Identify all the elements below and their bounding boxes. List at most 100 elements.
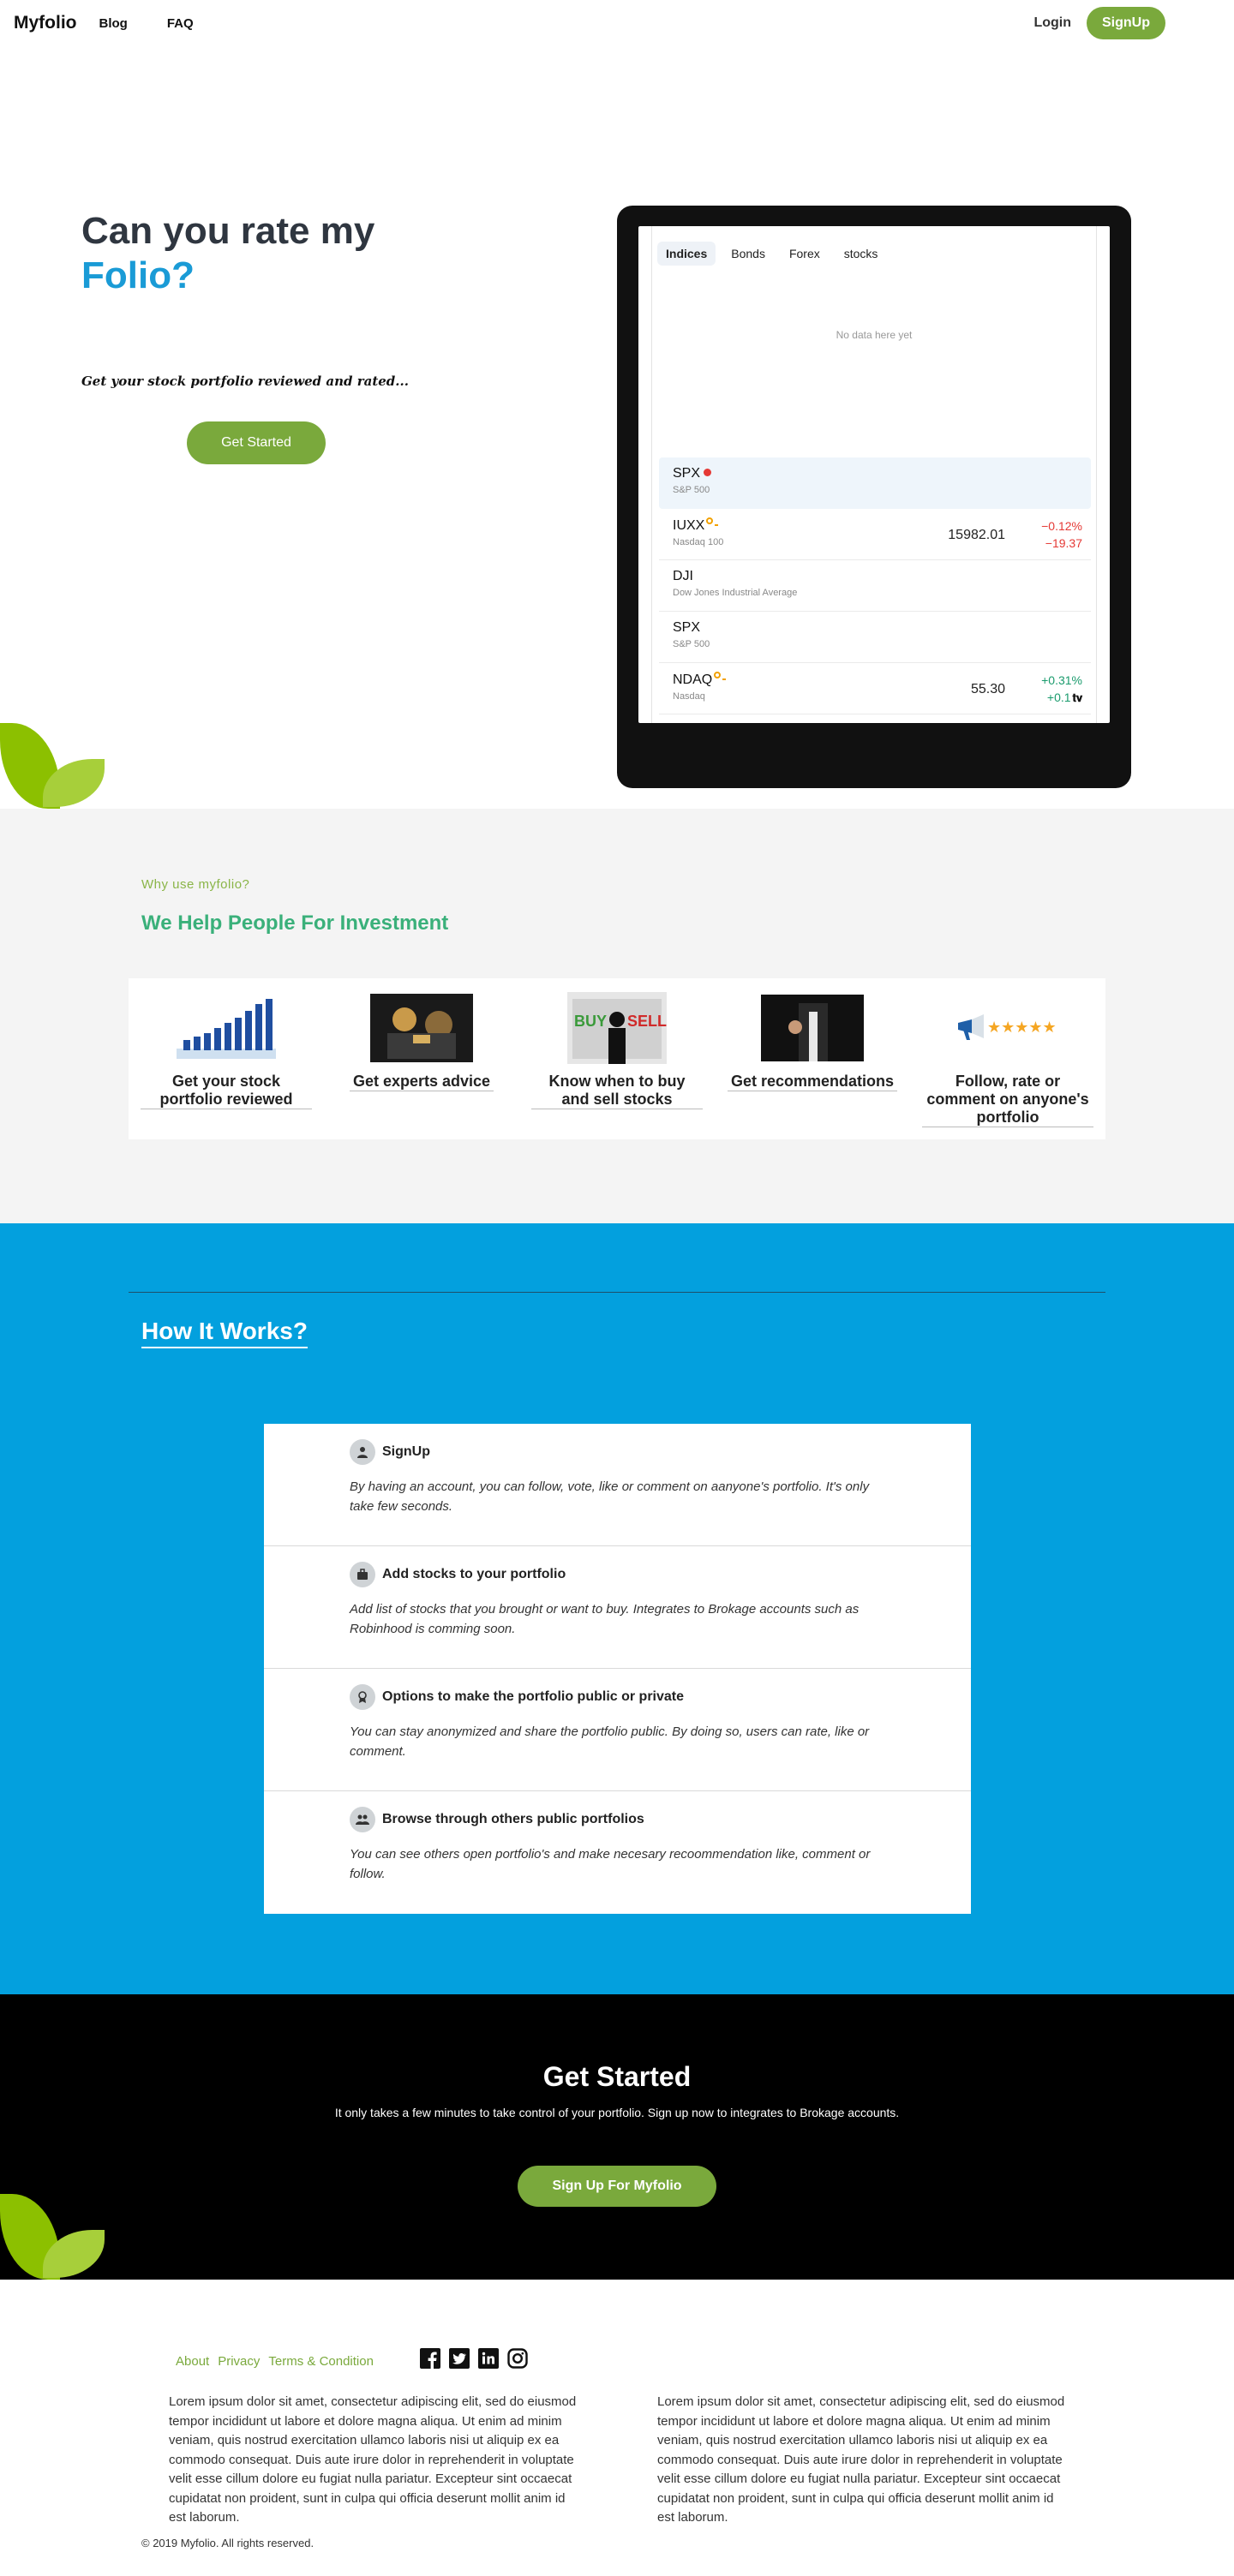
market-closed-icon — [704, 469, 712, 476]
why-eyebrow: Why use myfolio? — [141, 877, 250, 892]
feature-title: Know when to buy and sell stocks — [531, 1073, 703, 1109]
linkedin-icon[interactable] — [478, 2348, 499, 2369]
row-change: +0.31% +0.1 𝐭𝐯 — [1041, 672, 1082, 707]
step-text: By having an account, you can follow, vo… — [350, 1479, 870, 1514]
feature-title: Get recommendations — [727, 1073, 898, 1091]
get-started-button[interactable]: Get Started — [187, 421, 326, 464]
users-icon — [350, 1807, 375, 1832]
leaf-decoration-icon — [0, 2194, 107, 2280]
market-tabs: Indices Bonds Forex stocks — [652, 226, 1096, 266]
footer-link-terms[interactable]: Terms & Condition — [268, 2354, 374, 2369]
footer-link-about[interactable]: About — [176, 2354, 209, 2369]
row-name: Nasdaq 100 — [673, 537, 724, 547]
market-row[interactable]: SPX S&P 500 — [659, 612, 1091, 663]
megaphone-stars-image: ★★★★★ — [910, 992, 1105, 1064]
hero-title-line2: Folio? — [81, 254, 195, 296]
row-symbol: NDAQ — [673, 672, 1077, 688]
how-title: How It Works? — [141, 1318, 308, 1348]
row-name: S&P 500 — [673, 485, 710, 495]
login-link[interactable]: Login — [1033, 15, 1071, 31]
pre-market-icon — [706, 517, 714, 524]
market-row[interactable]: NDAQ Nasdaq 55.30 +0.31% +0.1 𝐭𝐯 — [659, 663, 1091, 714]
why-section: Why use myfolio? We Help People For Inve… — [0, 809, 1234, 1223]
row-change-pct: −0.12% — [1041, 519, 1082, 533]
svg-text:SELL: SELL — [627, 1013, 667, 1030]
tradingview-logo-icon[interactable]: 𝐭𝐯 — [1073, 690, 1082, 707]
feature-title: Follow, rate or comment on anyone's port… — [922, 1073, 1093, 1127]
step-text: You can see others open portfolio's and … — [350, 1847, 871, 1881]
row-change: −0.12% −19.37 — [1041, 517, 1082, 552]
tablet-screen: Indices Bonds Forex stocks No data here … — [638, 226, 1110, 723]
pre-market-dash-icon — [715, 524, 719, 526]
footer-text-left: Lorem ipsum dolor sit amet, consectetur … — [169, 2394, 577, 2525]
experts-photo — [324, 992, 519, 1064]
nav-link-blog[interactable]: Blog — [99, 16, 128, 31]
features-strip: Get your stock portfolio reviewed Get ex… — [129, 978, 1105, 1139]
tab-forex[interactable]: Forex — [781, 242, 829, 266]
feature-title: Get your stock portfolio reviewed — [141, 1073, 312, 1109]
svg-text:BUY: BUY — [574, 1013, 607, 1030]
hero-section: Can you rate my Folio? Get your stock po… — [0, 46, 1234, 809]
step-title: Options to make the portfolio public or … — [382, 1689, 685, 1704]
step-title: Browse through others public portfolios — [382, 1812, 644, 1826]
pre-market-icon — [714, 672, 722, 678]
tab-bonds[interactable]: Bonds — [722, 242, 774, 266]
pre-market-dash-icon — [722, 678, 727, 680]
row-symbol: IUXX — [673, 517, 1077, 534]
buy-sell-photo: BUY SELL — [519, 992, 715, 1064]
signup-myfolio-button[interactable]: Sign Up For Myfolio — [518, 2166, 716, 2207]
step-title: Add stocks to your portfolio — [382, 1567, 566, 1581]
step-head: Options to make the portfolio public or … — [350, 1684, 885, 1710]
svg-text:★★★★★: ★★★★★ — [987, 1019, 1057, 1037]
bar-chart-image — [129, 992, 324, 1064]
tab-stocks[interactable]: stocks — [836, 242, 887, 266]
step-text: You can stay anonymized and share the po… — [350, 1724, 870, 1759]
twitter-icon[interactable] — [449, 2348, 470, 2369]
feature-item: BUY SELL Know when to buy and sell stock… — [519, 978, 715, 1139]
thumbs-up-photo — [715, 992, 910, 1064]
market-row[interactable]: DJI Dow Jones Industrial Average — [659, 560, 1091, 612]
feature-item: Get experts advice — [324, 978, 519, 1139]
feature-item: ★★★★★ Follow, rate or comment on anyone'… — [910, 978, 1105, 1139]
nav-link-faq[interactable]: FAQ — [167, 16, 194, 31]
nav-actions: Login SignUp — [1033, 7, 1165, 39]
leaf-decoration-icon — [0, 723, 107, 809]
row-price: 55.30 — [970, 682, 1005, 696]
signup-button[interactable]: SignUp — [1087, 7, 1165, 39]
market-rows: SPX S&P 500 IUXX Nasdaq 100 15982.01 −0.… — [659, 457, 1091, 714]
cta-text: It only takes a few minutes to take cont… — [334, 2106, 900, 2119]
step-item: SignUp By having an account, you can fol… — [264, 1424, 971, 1546]
row-price: 15982.01 — [948, 528, 1005, 542]
cta-title: Get Started — [542, 2061, 692, 2092]
footer: About Privacy Terms & Condition Lorem ip… — [0, 2280, 1234, 2565]
cta-section: Get Started It only takes a few minutes … — [0, 1994, 1234, 2280]
step-title: SignUp — [382, 1444, 430, 1459]
row-name: Nasdaq — [673, 691, 705, 702]
tab-indices[interactable]: Indices — [657, 242, 716, 266]
step-item: Add stocks to your portfolio Add list of… — [264, 1546, 971, 1669]
market-row[interactable]: IUXX Nasdaq 100 15982.01 −0.12% −19.37 — [659, 509, 1091, 560]
step-head: Browse through others public portfolios — [350, 1807, 885, 1832]
feature-title: Get experts advice — [349, 1073, 494, 1091]
row-symbol: DJI — [673, 569, 693, 583]
briefcase-icon — [350, 1562, 375, 1587]
empty-chart-message: No data here yet — [836, 329, 913, 341]
social-links — [420, 2348, 528, 2369]
step-head: SignUp — [350, 1439, 885, 1465]
step-text: Add list of stocks that you brought or w… — [350, 1602, 860, 1636]
step-item: Options to make the portfolio public or … — [264, 1669, 971, 1791]
row-change-abs: −19.37 — [1045, 536, 1082, 550]
facebook-icon[interactable] — [420, 2348, 440, 2369]
footer-links: About Privacy Terms & Condition — [176, 2354, 374, 2369]
award-icon — [350, 1684, 375, 1710]
row-name: Dow Jones Industrial Average — [673, 588, 798, 598]
footer-link-privacy[interactable]: Privacy — [218, 2354, 260, 2369]
brand-logo[interactable]: Myfolio — [14, 13, 77, 33]
feature-item: Get recommendations — [715, 978, 910, 1139]
instagram-icon[interactable] — [507, 2348, 528, 2369]
market-row[interactable]: SPX S&P 500 — [659, 457, 1091, 509]
step-item: Browse through others public portfolios … — [264, 1791, 971, 1914]
user-icon — [350, 1439, 375, 1465]
row-symbol: SPX — [673, 466, 1077, 481]
tablet-frame: Indices Bonds Forex stocks No data here … — [617, 206, 1131, 788]
